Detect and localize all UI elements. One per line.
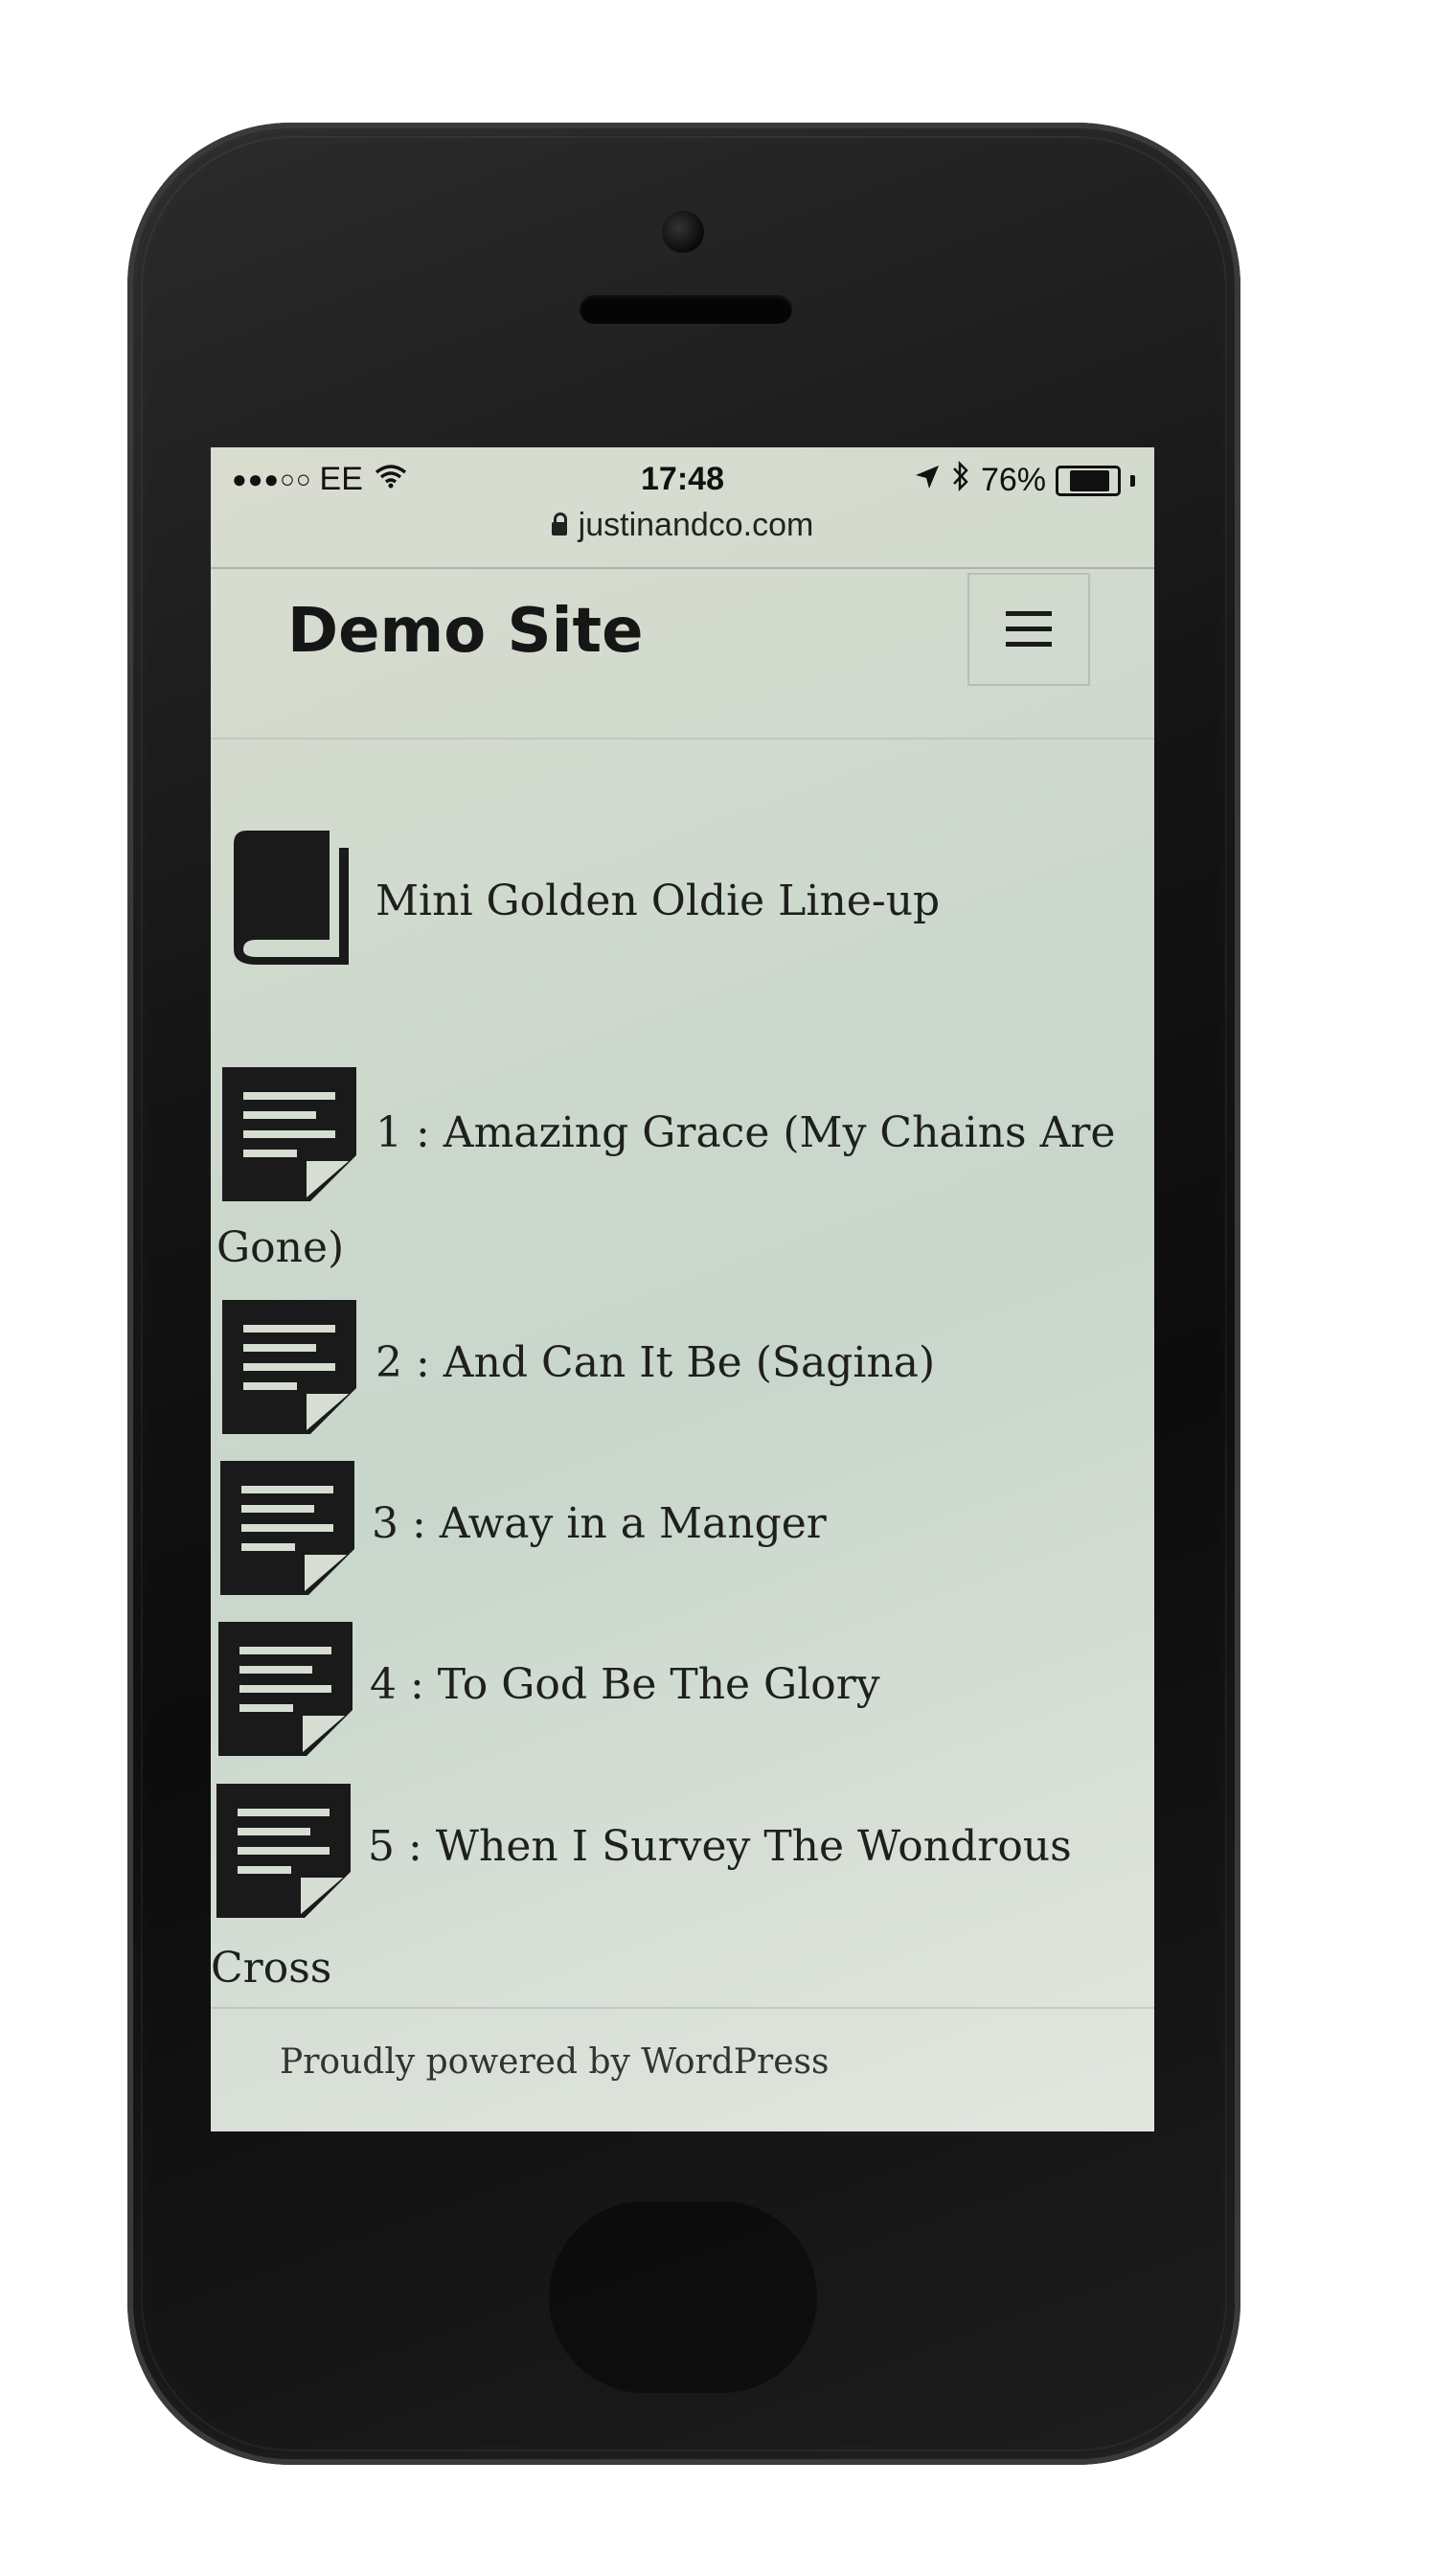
phone-screen: ●●●○○ EE 17:48 76% justinandco.com Demo … <box>211 447 1154 2131</box>
battery-icon <box>1056 465 1121 496</box>
status-indicators: 76% <box>904 460 1135 500</box>
item-3-link[interactable]: 3 : Away in a Manger <box>372 1499 827 1548</box>
footer-credit-link[interactable]: Proudly powered by WordPress <box>280 2042 829 2082</box>
hamburger-menu-icon <box>1006 611 1052 648</box>
item-4-link[interactable]: 4 : To God Be The Glory <box>370 1660 880 1709</box>
site-title[interactable]: Demo Site <box>287 596 644 667</box>
bluetooth-icon <box>950 460 971 500</box>
menu-toggle-button[interactable] <box>967 573 1090 686</box>
document-icon[interactable] <box>220 1461 354 1595</box>
item-2-link[interactable]: 2 : And Can It Be (Sagina) <box>375 1338 935 1387</box>
item-5-link-wrap[interactable]: Cross <box>211 1944 331 1993</box>
document-icon[interactable] <box>218 1622 353 1756</box>
url-text: justinandco.com <box>578 507 814 543</box>
battery-fill <box>1070 469 1109 491</box>
item-1-link[interactable]: 1 : Amazing Grace (My Chains Are <box>375 1108 1115 1157</box>
front-camera <box>662 211 704 253</box>
battery-tip <box>1130 474 1135 487</box>
battery-percent: 76% <box>980 462 1046 498</box>
earpiece-speaker <box>580 295 792 324</box>
document-icon[interactable] <box>216 1784 351 1918</box>
document-icon[interactable] <box>222 1067 356 1201</box>
site-header: Demo Site <box>211 569 1154 730</box>
home-button[interactable] <box>549 2201 817 2393</box>
header-divider <box>211 738 1154 740</box>
book-icon[interactable] <box>230 831 351 965</box>
address-bar[interactable]: justinandco.com <box>211 507 1154 555</box>
location-arrow-icon <box>914 462 941 499</box>
book-title-link[interactable]: Mini Golden Oldie Line-up <box>375 877 940 925</box>
item-5-link[interactable]: 5 : When I Survey The Wondrous <box>368 1822 1072 1871</box>
status-bar: ●●●○○ EE 17:48 76% <box>211 447 1154 505</box>
footer-divider <box>211 2007 1154 2009</box>
lock-icon <box>551 513 567 536</box>
document-icon[interactable] <box>222 1300 356 1434</box>
item-1-link-wrap[interactable]: Gone) <box>216 1223 344 1272</box>
